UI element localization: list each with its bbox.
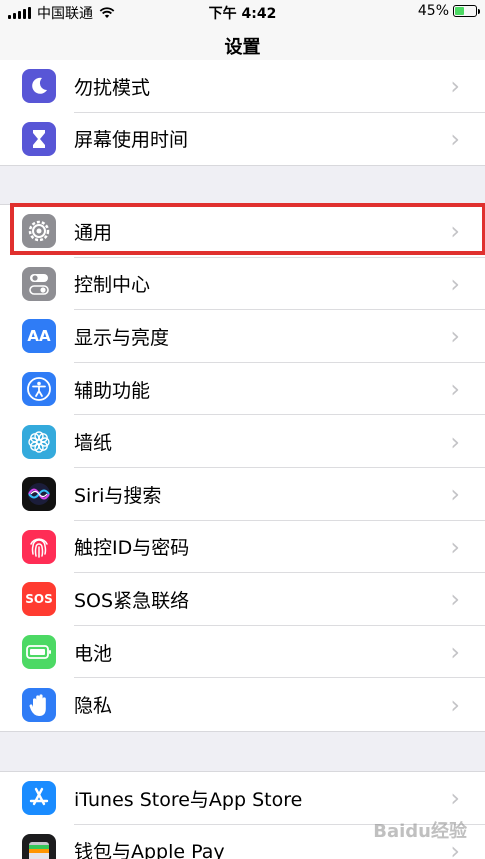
settings-row-flower[interactable]: 墙纸 › bbox=[0, 415, 485, 468]
settings-group-1: 勿扰模式 › 屏幕使用时间 › bbox=[0, 60, 485, 167]
chevron-right-icon: › bbox=[450, 585, 460, 614]
chevron-right-icon: › bbox=[450, 217, 460, 246]
settings-row-text-size[interactable]: AA 显示与亮度 › bbox=[0, 310, 485, 363]
settings-row-accessibility[interactable]: 辅助功能 › bbox=[0, 363, 485, 416]
settings-row-label: 隐私 bbox=[74, 695, 113, 718]
status-time: 下午 4:42 bbox=[208, 6, 277, 22]
settings-row-label: SOS紧急联络 bbox=[74, 589, 190, 612]
settings-row-label: 勿扰模式 bbox=[74, 76, 151, 99]
settings-group-2: 通用 › 控制中心 › AA 显示与亮度 › 辅助功能 › 墙纸 › Siri与搜索 › 触控ID与密码 ›… bbox=[0, 204, 485, 732]
settings-row-label: 电池 bbox=[74, 642, 113, 665]
accessibility-icon bbox=[22, 372, 56, 407]
chevron-right-icon: › bbox=[450, 124, 460, 153]
chevron-right-icon: › bbox=[450, 269, 460, 298]
settings-row-label: 控制中心 bbox=[74, 274, 151, 297]
settings-row-battery[interactable]: 电池 › bbox=[0, 626, 485, 679]
settings-row-label: 辅助功能 bbox=[74, 379, 151, 402]
hand-icon bbox=[22, 687, 56, 722]
settings-row-label: 墙纸 bbox=[74, 432, 113, 455]
settings-row-toggle[interactable]: 控制中心 › bbox=[0, 258, 485, 311]
settings-row-moon[interactable]: 勿扰模式 › bbox=[0, 60, 485, 113]
battery-icon bbox=[22, 635, 56, 670]
flower-icon bbox=[22, 424, 56, 459]
chevron-right-icon: › bbox=[450, 72, 460, 101]
fingerprint-icon bbox=[22, 529, 56, 564]
wallet-icon bbox=[22, 833, 56, 859]
watermark: Baidu经验 bbox=[373, 821, 467, 842]
settings-row-fingerprint[interactable]: 触控ID与密码 › bbox=[0, 521, 485, 574]
chevron-right-icon: › bbox=[450, 375, 460, 404]
settings-row-hand[interactable]: 隐私 › bbox=[0, 678, 485, 731]
settings-row-label: Siri与搜索 bbox=[74, 484, 162, 507]
settings-group-3: iTunes Store与App Store › 钱包与Apple Pay › bbox=[0, 771, 485, 859]
settings-row-hourglass[interactable]: 屏幕使用时间 › bbox=[0, 113, 485, 166]
toggle-icon bbox=[22, 266, 56, 301]
settings-row-label: 显示与亮度 bbox=[74, 326, 170, 349]
settings-row-label: 通用 bbox=[74, 221, 113, 244]
settings-row-sos[interactable]: SOS SOS紧急联络 › bbox=[0, 573, 485, 626]
chevron-right-icon: › bbox=[450, 532, 460, 561]
settings-row-label: iTunes Store与App Store bbox=[74, 788, 303, 811]
settings-row-label: 屏幕使用时间 bbox=[74, 129, 189, 152]
chevron-right-icon: › bbox=[450, 322, 460, 351]
settings-row-label: 钱包与Apple Pay bbox=[74, 841, 225, 859]
text-size-icon: AA bbox=[22, 319, 56, 354]
chevron-right-icon: › bbox=[450, 690, 460, 719]
gear-icon bbox=[22, 214, 56, 249]
siri-icon bbox=[22, 477, 56, 512]
chevron-right-icon: › bbox=[450, 638, 460, 667]
status-bar: 中国联通 下午 4:42 45% bbox=[0, 0, 485, 24]
chevron-right-icon: › bbox=[450, 784, 460, 813]
app-store-icon bbox=[22, 781, 56, 816]
battery-icon bbox=[453, 5, 480, 17]
sos-icon: SOS bbox=[22, 582, 56, 617]
settings-row-label: 触控ID与密码 bbox=[74, 537, 190, 560]
settings-row-siri[interactable]: Siri与搜索 › bbox=[0, 468, 485, 521]
settings-row-gear[interactable]: 通用 › bbox=[0, 205, 485, 258]
chevron-right-icon: › bbox=[450, 427, 460, 456]
moon-icon bbox=[22, 69, 56, 104]
battery-percent: 45% bbox=[417, 3, 449, 19]
chevron-right-icon: › bbox=[450, 480, 460, 509]
hourglass-icon bbox=[22, 121, 56, 156]
